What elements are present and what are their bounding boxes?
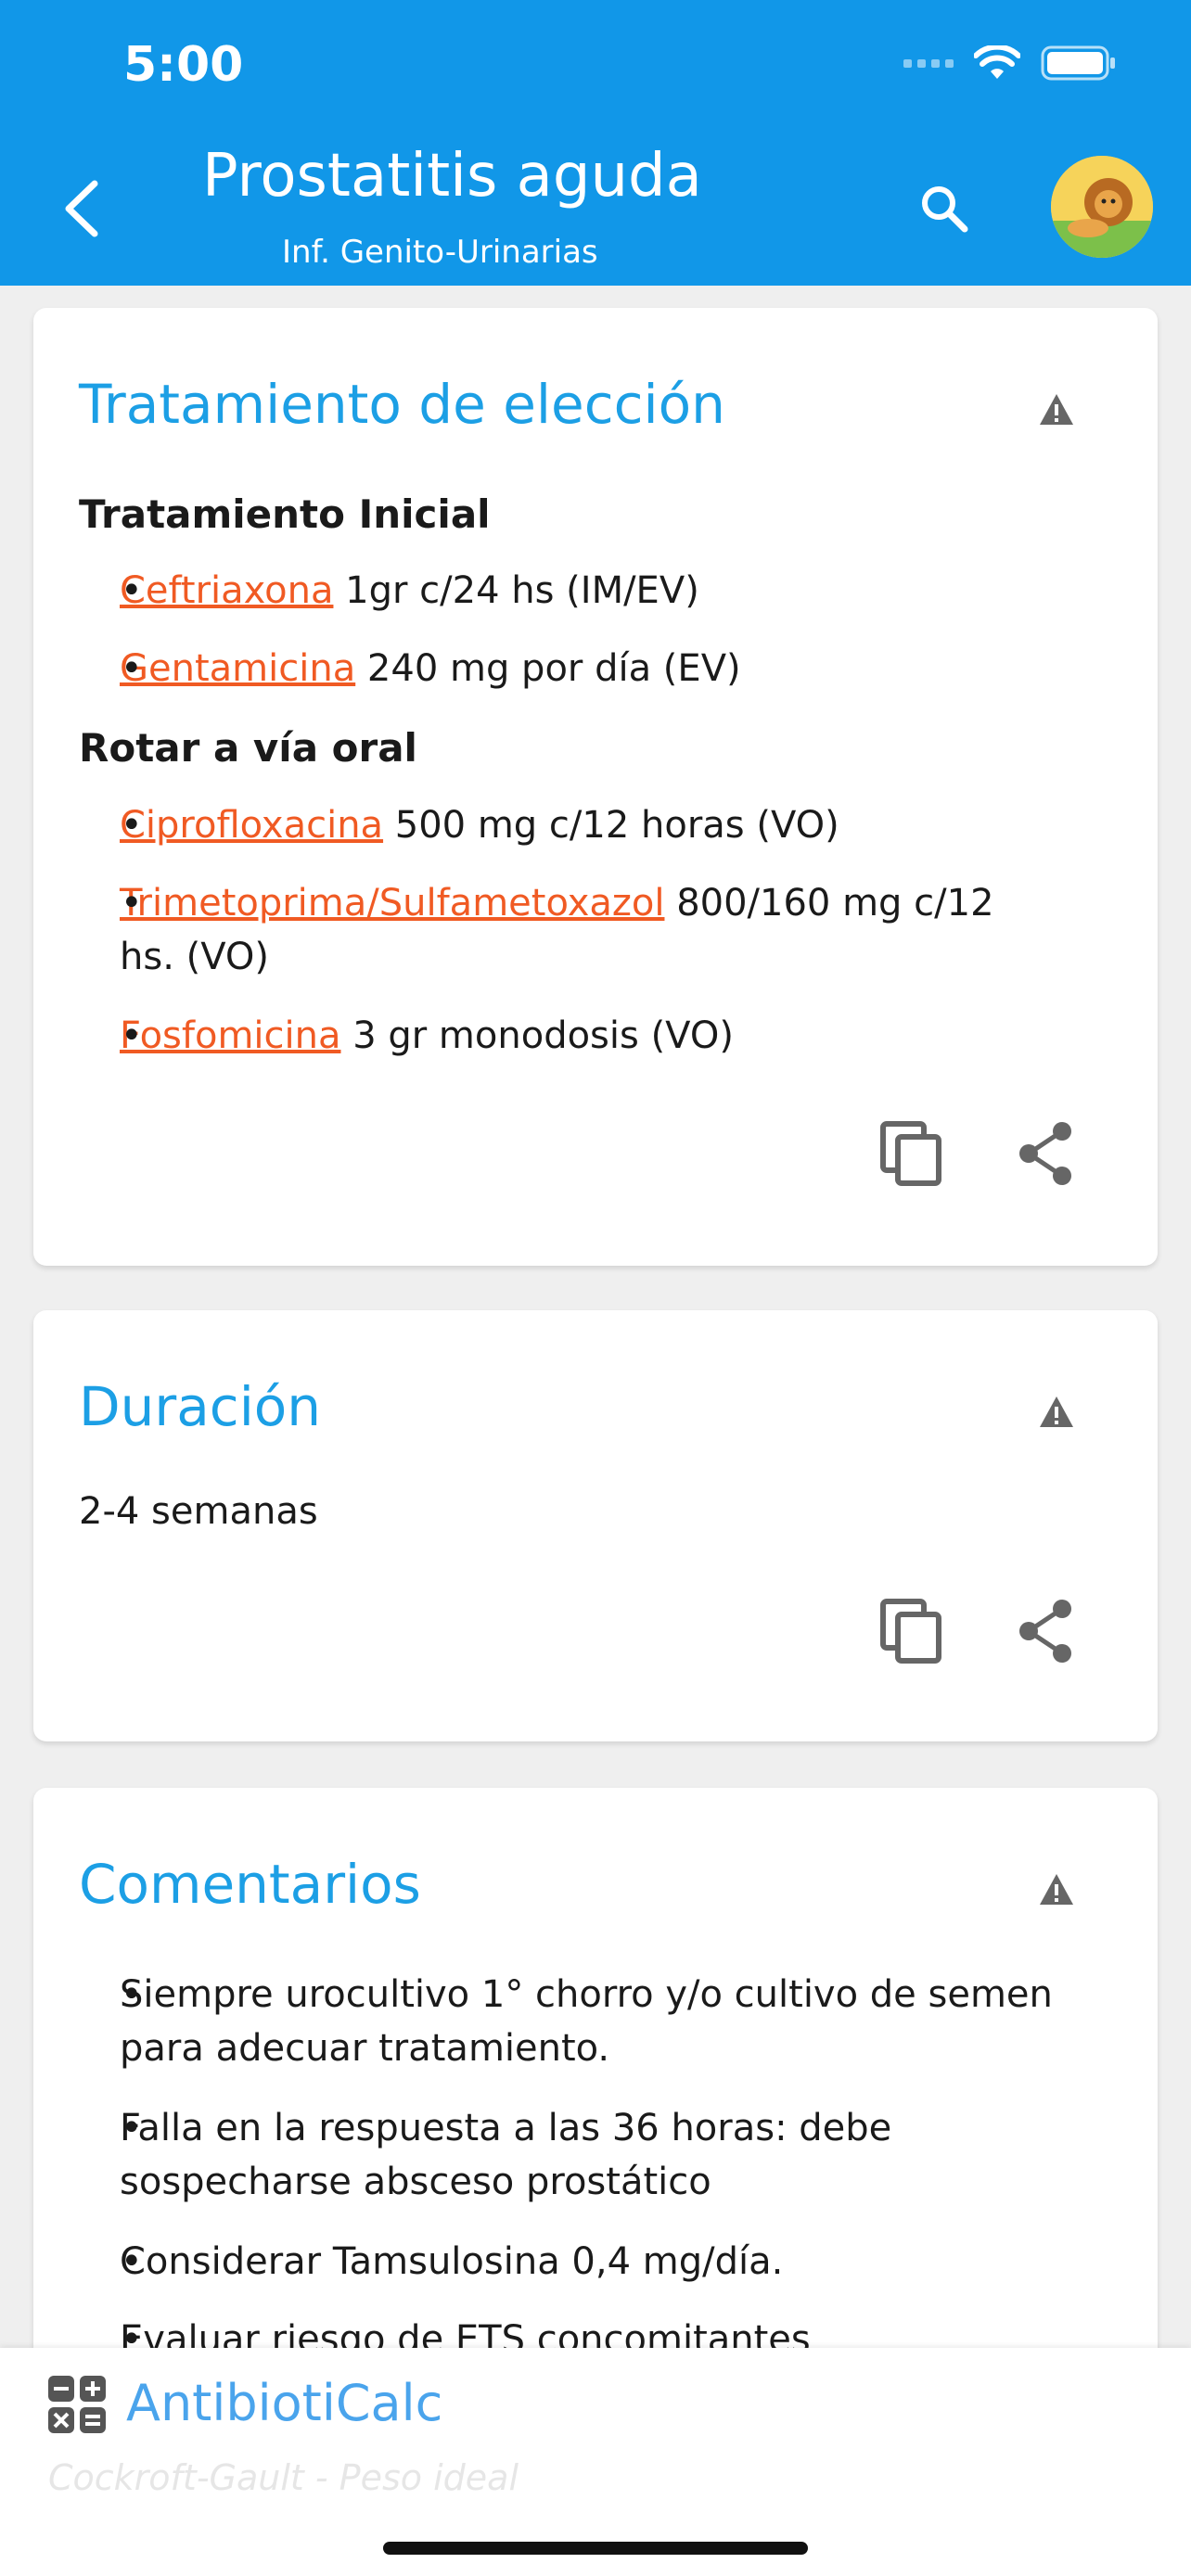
copy-icon[interactable] [877, 1120, 944, 1187]
drug-link-fosfomicina[interactable]: Fosfomicina [120, 1014, 341, 1057]
bottom-bar-ghost-text: Cockroft-Gault - Peso ideal [48, 2457, 519, 2498]
bullet: • [121, 1014, 143, 1057]
warning-icon[interactable] [1038, 1394, 1075, 1431]
status-time: 5:00 [123, 37, 244, 93]
share-icon[interactable] [1012, 1598, 1079, 1664]
home-indicator[interactable] [383, 2542, 808, 2555]
oral-treatment-heading: Rotar a vía oral [79, 725, 417, 771]
cellular-signal-icon [903, 58, 954, 68]
list-item: • Gentamicina 240 mg por día (EV) [33, 642, 1091, 695]
drug-link-trimetoprima-sulfametoxazol[interactable]: Trimetoprima/Sulfametoxazol [120, 882, 664, 925]
comment-text: Siempre urocultivo 1° chorro y/o cultivo… [120, 1973, 1053, 2070]
copy-icon[interactable] [877, 1598, 944, 1664]
drug-dose: 3 gr monodosis (VO) [352, 1014, 734, 1057]
drug-dose: 1gr c/24 hs (IM/EV) [345, 569, 699, 612]
bullet: • [121, 2107, 143, 2149]
drug-dose: 240 mg por día (EV) [366, 647, 741, 690]
bullet: • [121, 569, 143, 612]
drug-link-ceftriaxona[interactable]: Ceftriaxona [120, 569, 333, 612]
app-brand-name: AntibiotiCalc [126, 2374, 443, 2432]
status-icons [903, 45, 1117, 82]
list-item: • Ciprofloxacina 500 mg c/12 horas (VO) [33, 798, 1091, 852]
bullet: • [121, 1973, 143, 2016]
comment-text: Falla en la respuesta a las 36 horas: de… [120, 2107, 892, 2203]
warning-icon[interactable] [1038, 1871, 1075, 1908]
battery-icon [1041, 45, 1115, 81]
drug-dose: 500 mg c/12 horas (VO) [394, 804, 839, 847]
page-title: Prostatitis aguda [202, 142, 702, 210]
drug-link-ciprofloxacina[interactable]: Ciprofloxacina [120, 804, 383, 847]
initial-treatment-heading: Tratamiento Inicial [79, 491, 491, 537]
comment-text: Considerar Tamsulosina 0,4 mg/día. [120, 2240, 784, 2283]
warning-icon[interactable] [1038, 391, 1075, 428]
treatment-card-title: Tratamiento de elección [79, 373, 725, 436]
search-icon[interactable] [916, 181, 972, 236]
bullet: • [121, 804, 143, 847]
list-item: • Siempre urocultivo 1° chorro y/o culti… [33, 1968, 1128, 2075]
wifi-icon [974, 45, 1020, 79]
page-subtitle: Inf. Genito-Urinarias [282, 234, 598, 271]
duration-card-title: Duración [79, 1375, 322, 1438]
share-icon[interactable] [1012, 1120, 1079, 1187]
drug-link-gentamicina[interactable]: Gentamicina [120, 647, 355, 690]
back-chevron-icon[interactable] [56, 176, 111, 241]
bullet: • [121, 882, 143, 925]
list-item: • Considerar Tamsulosina 0,4 mg/día. [33, 2235, 1128, 2289]
list-item: • Ceftriaxona 1gr c/24 hs (IM/EV) [33, 564, 1091, 618]
duration-text: 2-4 semanas [79, 1490, 318, 1533]
calculator-icon [48, 2376, 106, 2433]
list-item: • Fosfomicina 3 gr monodosis (VO) [33, 1009, 1091, 1063]
lion-avatar[interactable] [1051, 156, 1153, 258]
treatment-card: Tratamiento de elección Tratamiento Inic… [33, 308, 1158, 1266]
bullet: • [121, 647, 143, 690]
duration-card: Duración 2-4 semanas [33, 1310, 1158, 1741]
list-item: • Trimetoprima/Sulfametoxazol 800/160 mg… [33, 876, 1054, 984]
lion-avatar-image [1051, 156, 1153, 258]
comments-card-title: Comentarios [79, 1853, 421, 1916]
app-header: 5:00 Prostatitis aguda Inf. Genito-Urina… [0, 0, 1191, 286]
list-item: • Falla en la respuesta a las 36 horas: … [33, 2101, 1128, 2209]
bullet: • [121, 2240, 143, 2283]
